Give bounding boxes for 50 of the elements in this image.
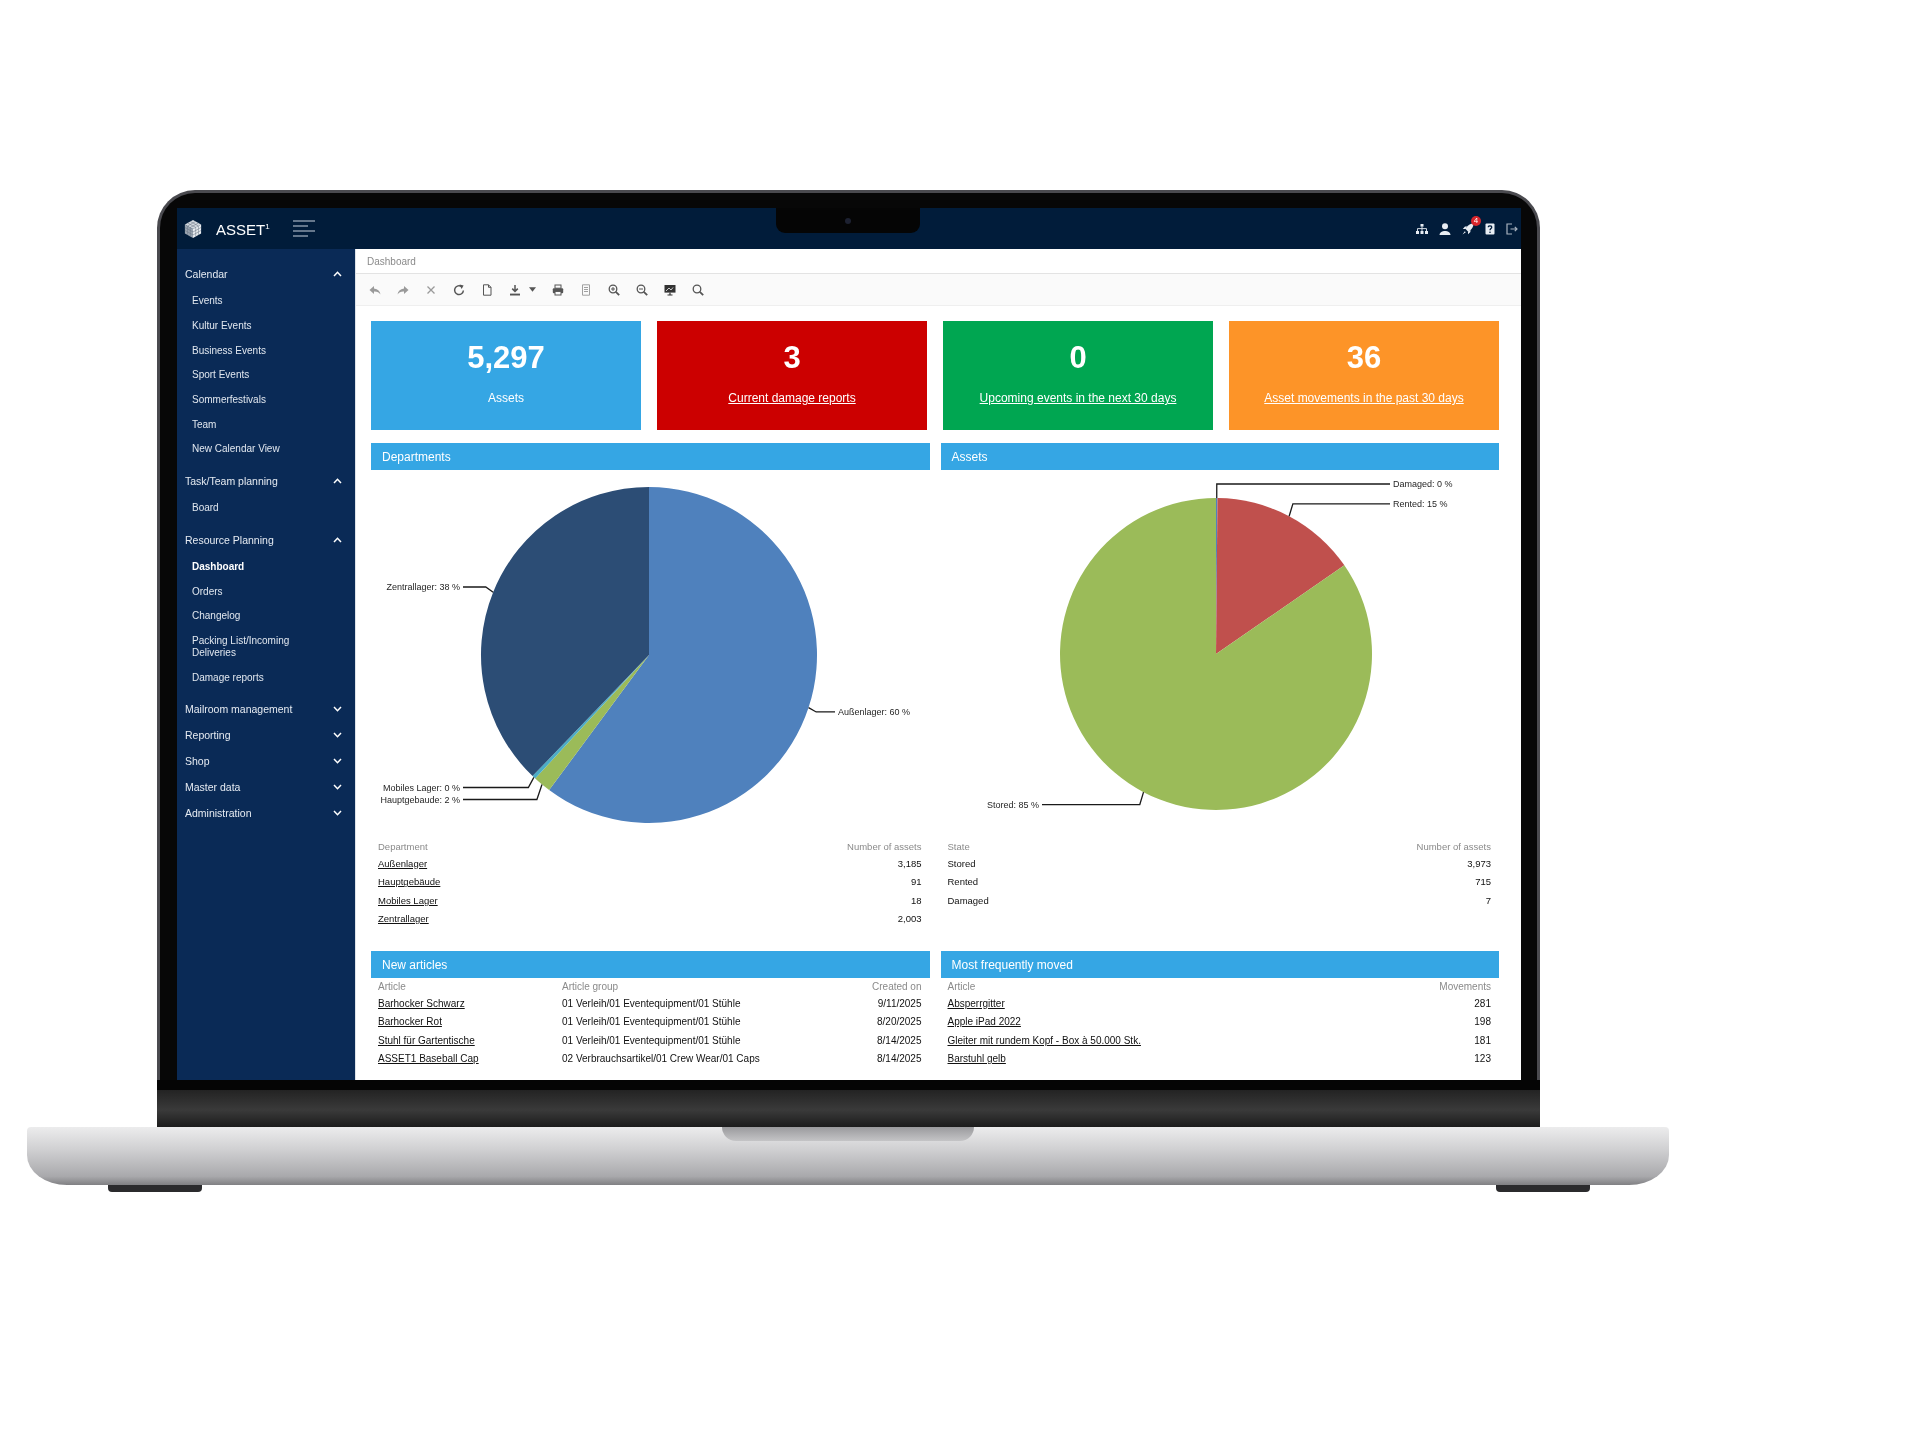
- kpi-value: 5,297: [467, 340, 545, 376]
- table-cell: Rented: [947, 876, 979, 888]
- slice-label: Hauptgebaude: 2 %: [380, 794, 460, 805]
- table-cell: 01 Verleih/01 Eventequipment/01 Stühle: [562, 997, 741, 1009]
- table-cell: 2,003: [897, 913, 922, 925]
- panel-header: Assets: [940, 443, 1499, 470]
- table-cell: 01 Verleih/01 Eventequipment/01 Stühle: [562, 1016, 741, 1028]
- table-cell: 3,185: [897, 857, 922, 869]
- column-header: Created on: [872, 980, 922, 992]
- slice-label: Zentrallager: 38 %: [386, 582, 460, 592]
- notification-badge: 4: [1471, 215, 1481, 226]
- column-header: Department: [378, 840, 428, 852]
- table-cell: 7: [1485, 894, 1491, 906]
- table-cell: 9/11/2025: [877, 997, 922, 1009]
- kpi-value: 36: [1346, 340, 1382, 376]
- table-cell: 8/14/2025: [877, 1053, 922, 1065]
- slice-label: Stored: 85 %: [986, 799, 1039, 810]
- kpi-value: 0: [1069, 340, 1087, 376]
- slice-label: Mobiles Lager: 0 %: [382, 782, 460, 793]
- column-header: Article: [378, 980, 406, 992]
- slice-label: Außenlager: 60 %: [838, 706, 911, 717]
- kpi-value: 3: [783, 340, 801, 376]
- table-cell: 281: [1474, 997, 1491, 1009]
- column-header: Number of assets: [1416, 840, 1491, 852]
- table-cell: Stored: [947, 857, 976, 869]
- panel-header: Most frequently moved: [940, 951, 1499, 978]
- column-header: Article group: [562, 980, 619, 992]
- table-cell: 91: [910, 876, 922, 888]
- table-cell: 18: [910, 894, 922, 906]
- column-header: Movements: [1439, 980, 1491, 992]
- table-cell: 715: [1475, 876, 1491, 888]
- table-cell: 3,973: [1467, 857, 1491, 869]
- panel-header: Departments: [371, 443, 930, 470]
- table-cell: 123: [1474, 1053, 1491, 1065]
- logo-text: ASSET$^{1}$: [216, 220, 270, 239]
- table-cell: 02 Verbrauchsartikel/01 Crew Wear/01 Caps: [562, 1053, 760, 1065]
- panel-header: New articles: [371, 951, 930, 978]
- table-cell: 8/20/2025: [877, 1016, 922, 1028]
- table-cell: 01 Verleih/01 Eventequipment/01 Stühle: [562, 1034, 741, 1046]
- slice-label: Damaged: 0 %: [1392, 479, 1453, 489]
- kpi-label: Assets: [488, 391, 524, 405]
- column-header: Number of assets: [847, 840, 922, 852]
- table-cell: 8/14/2025: [877, 1034, 922, 1046]
- table-cell: 198: [1474, 1016, 1491, 1028]
- table-cell: 181: [1474, 1034, 1491, 1046]
- column-header: State: [947, 840, 970, 852]
- breadcrumb: Dashboard: [367, 255, 416, 267]
- slice-label: Rented: 15 %: [1392, 498, 1448, 509]
- table-cell: Damaged: [947, 894, 989, 906]
- column-header: Article: [947, 980, 976, 992]
